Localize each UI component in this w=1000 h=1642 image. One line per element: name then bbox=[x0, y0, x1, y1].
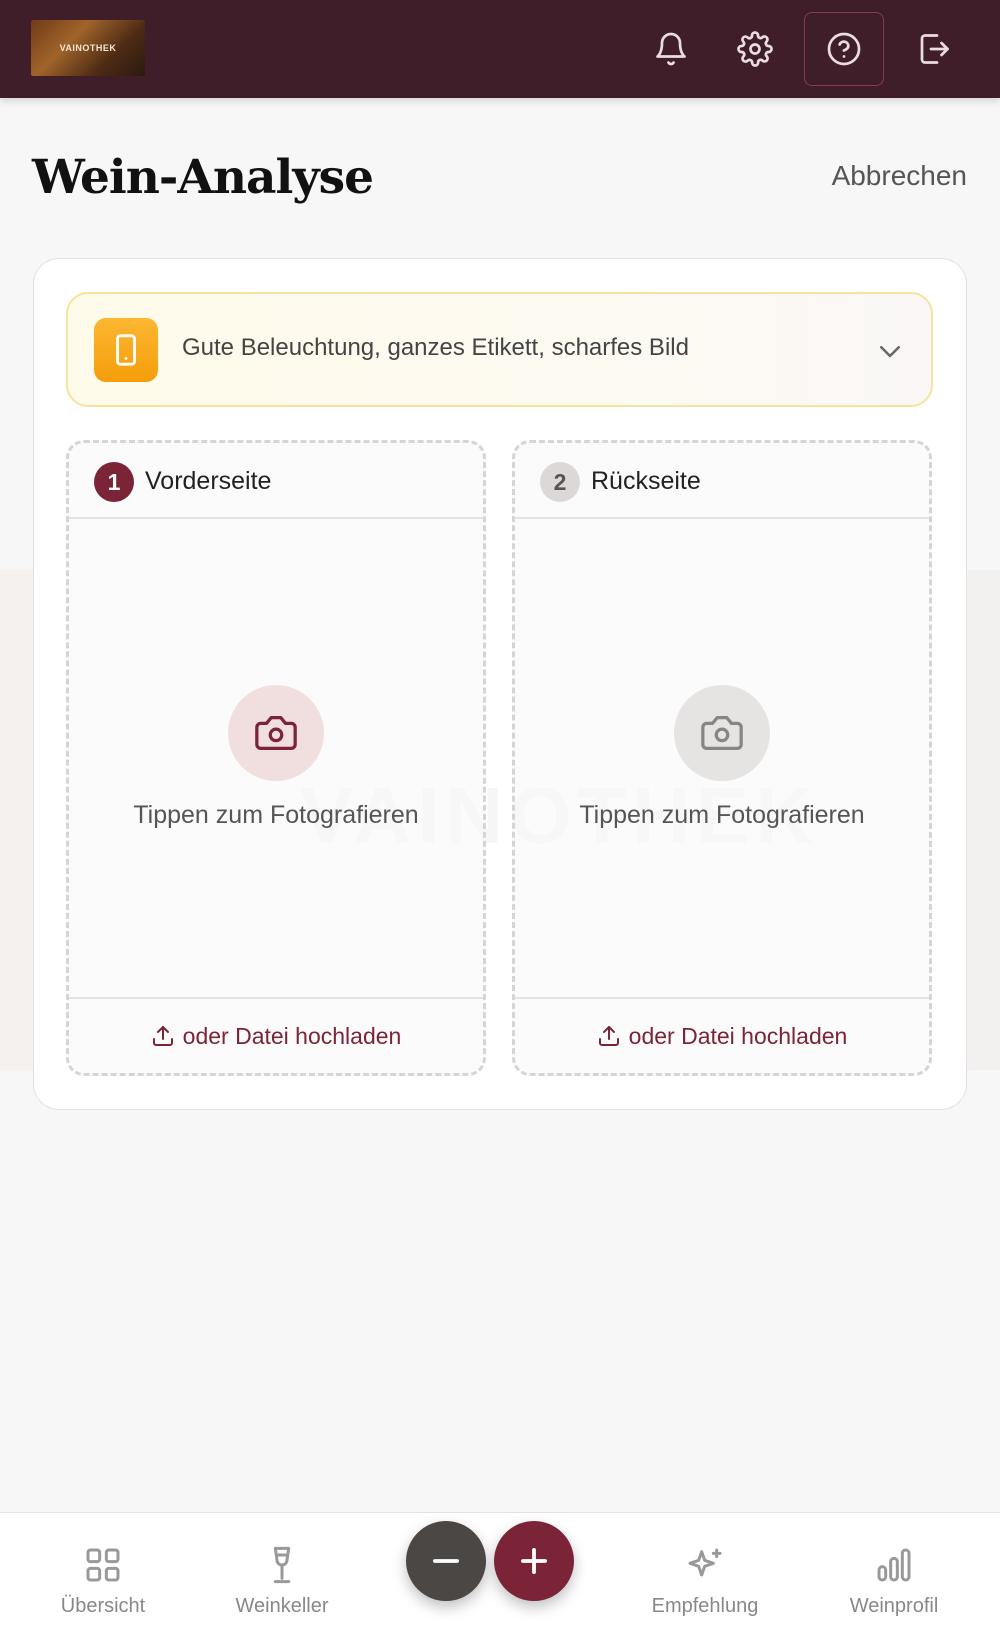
upload-file-back-label: oder Datei hochladen bbox=[628, 1022, 848, 1049]
upload-icon bbox=[152, 1026, 173, 1046]
notifications-button[interactable] bbox=[631, 12, 711, 86]
upload-file-back-button[interactable]: oder Datei hochladen bbox=[515, 997, 929, 1073]
take-photo-back-button[interactable] bbox=[674, 685, 770, 781]
nav-label-recommendation: Empfehlung bbox=[651, 1595, 759, 1617]
step-badge-1: 1 bbox=[94, 462, 134, 502]
help-circle-icon bbox=[827, 32, 861, 66]
camera-icon bbox=[701, 716, 743, 750]
app-logo[interactable]: VAINOTHEK bbox=[31, 20, 145, 76]
upload-front: 1 Vorderseite Tippen zum Fotografieren o… bbox=[66, 440, 486, 1076]
nav-item-overview[interactable]: Übersicht bbox=[33, 1545, 173, 1618]
back-label: Rückseite bbox=[591, 467, 701, 495]
hint-text: Gute Beleuchtung, ganzes Etikett, scharf… bbox=[182, 334, 689, 361]
grid-icon bbox=[86, 1548, 120, 1582]
nav-item-recommendation[interactable]: Empfehlung bbox=[635, 1545, 775, 1618]
phone-icon bbox=[116, 334, 136, 366]
upload-file-front-button[interactable]: oder Datei hochladen bbox=[69, 997, 483, 1073]
upload-back-header: 2 Rückseite bbox=[515, 443, 929, 519]
nav-item-wine-profile[interactable]: Weinprofil bbox=[824, 1545, 964, 1618]
camera-icon bbox=[255, 716, 297, 750]
logout-button[interactable] bbox=[894, 12, 974, 86]
upload-icon bbox=[598, 1026, 619, 1046]
bell-icon bbox=[656, 32, 686, 66]
logout-icon bbox=[920, 34, 949, 64]
tap-to-photograph-front[interactable]: Tippen zum Fotografieren bbox=[69, 801, 483, 830]
sparkles-icon bbox=[688, 1548, 722, 1577]
page-title: Wein-Analyse bbox=[32, 150, 374, 205]
wine-glass-icon bbox=[273, 1546, 291, 1584]
nav-item-cellar[interactable]: Weinkeller bbox=[212, 1545, 352, 1618]
cancel-button[interactable]: Abbrechen bbox=[832, 160, 967, 192]
take-photo-front-button[interactable] bbox=[228, 685, 324, 781]
remove-wine-button[interactable] bbox=[406, 1521, 486, 1601]
upload-file-front-label: oder Datei hochladen bbox=[182, 1022, 402, 1049]
logo-text: VAINOTHEK bbox=[59, 43, 117, 53]
settings-button[interactable] bbox=[715, 12, 795, 86]
gear-icon bbox=[737, 31, 773, 67]
nav-label-wine-profile: Weinprofil bbox=[849, 1595, 939, 1617]
photo-tips-panel[interactable]: Gute Beleuchtung, ganzes Etikett, scharf… bbox=[66, 292, 933, 407]
upload-back: 2 Rückseite Tippen zum Fotografieren ode… bbox=[512, 440, 932, 1076]
plus-icon bbox=[521, 1548, 547, 1574]
front-label: Vorderseite bbox=[145, 467, 272, 495]
step-badge-2: 2 bbox=[540, 462, 580, 502]
chevron-down-icon bbox=[880, 346, 900, 358]
tap-to-photograph-back[interactable]: Tippen zum Fotografieren bbox=[515, 801, 929, 830]
nav-label-overview: Übersicht bbox=[60, 1595, 146, 1617]
top-bar: VAINOTHEK bbox=[0, 0, 1000, 98]
nav-label-cellar: Weinkeller bbox=[235, 1595, 329, 1617]
upload-front-header: 1 Vorderseite bbox=[69, 443, 483, 519]
minus-icon bbox=[433, 1559, 459, 1563]
add-wine-button[interactable] bbox=[494, 1521, 574, 1601]
hint-icon-badge bbox=[94, 318, 158, 382]
bar-chart-icon bbox=[877, 1548, 911, 1582]
help-button[interactable] bbox=[804, 12, 884, 86]
